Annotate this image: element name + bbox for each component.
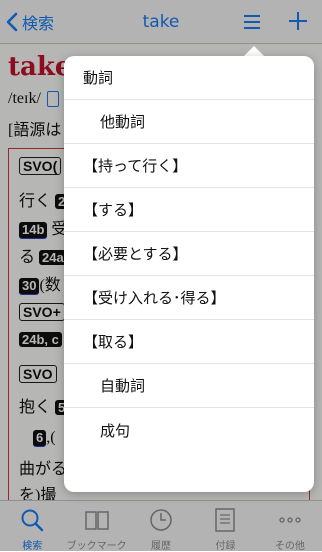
menu-item-verb[interactable]: 動詞 — [64, 56, 314, 100]
menu-item-transitive-verb[interactable]: 他動詞 — [64, 100, 314, 144]
index-popover: 動詞 他動詞 【持って行く】 【する】 【必要とする】 【受け入れる･得る】 【… — [64, 56, 314, 492]
menu-item-carry[interactable]: 【持って行く】 — [64, 144, 314, 188]
menu-item-require[interactable]: 【必要とする】 — [64, 232, 314, 276]
menu-item-phrases[interactable]: 成句 — [64, 408, 314, 452]
menu-item-intransitive-verb[interactable]: 自動詞 — [64, 364, 314, 408]
menu-item-do[interactable]: 【する】 — [64, 188, 314, 232]
menu-item-take[interactable]: 【取る】 — [64, 320, 314, 364]
menu-item-accept-obtain[interactable]: 【受け入れる･得る】 — [64, 276, 314, 320]
